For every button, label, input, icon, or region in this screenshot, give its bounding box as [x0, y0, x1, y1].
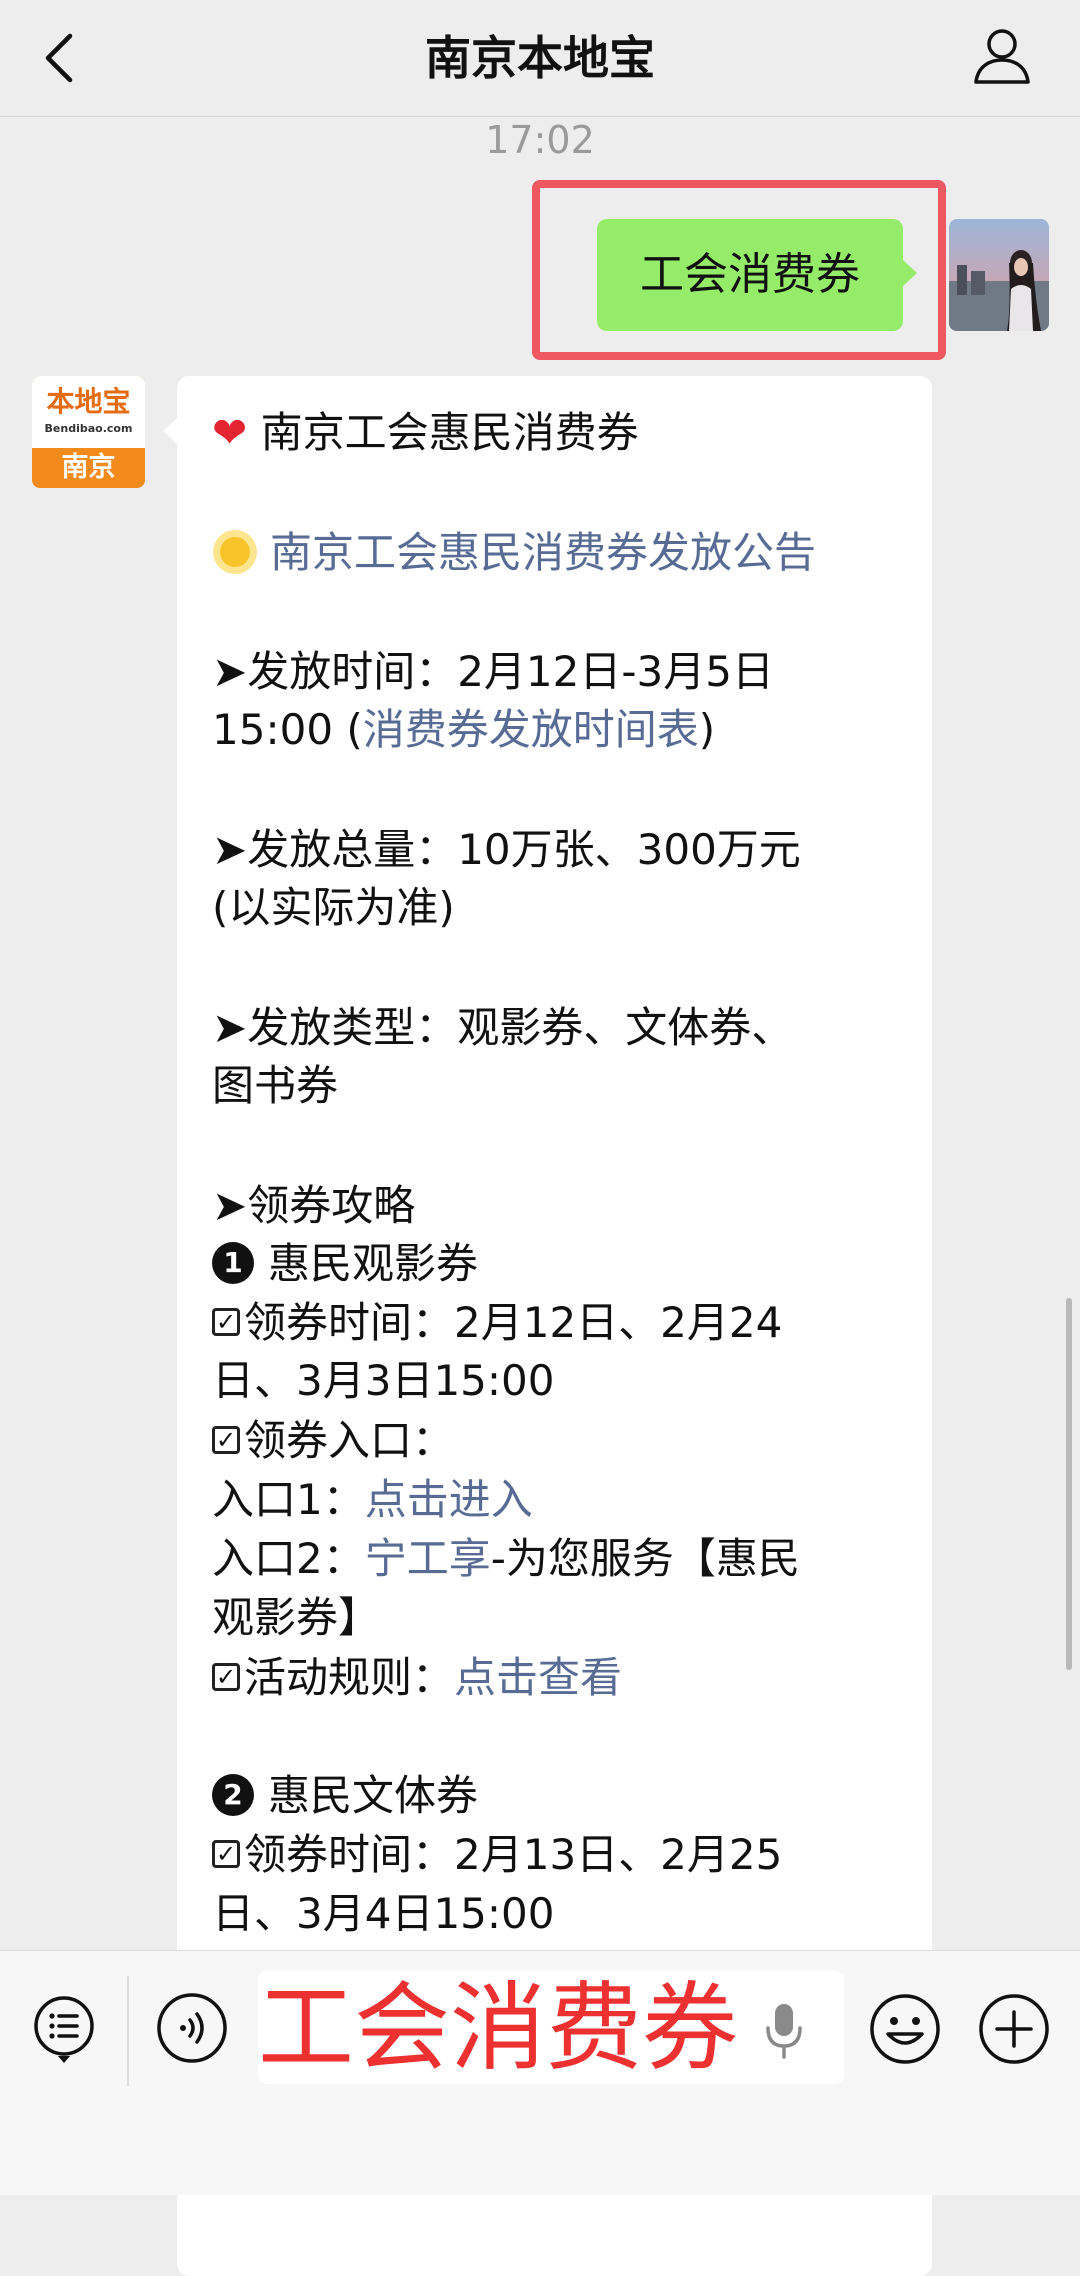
issue-type-cont: 图书券	[212, 1061, 339, 1110]
item2-time-line: ✓ 领券时间：2月13日、2月25	[212, 1826, 782, 1884]
user-avatar[interactable]	[949, 219, 1049, 331]
user-avatar-image	[949, 219, 1049, 331]
item1-time-line: ✓ 领券时间：2月12日、2月24	[212, 1294, 782, 1352]
item1-title-line: 1 惠民观影券	[212, 1235, 478, 1293]
message-input-text: 工会消费券	[258, 1972, 738, 2084]
heading-text: 南京工会惠民消费券	[260, 408, 639, 457]
schedule-link[interactable]: 消费券发放时间表	[363, 705, 699, 754]
issue-time-cont: 15:00 (消费券发放时间表)	[212, 701, 715, 759]
issue-time-value: 15:00 (	[212, 705, 363, 754]
toolbar-divider	[127, 1976, 129, 2086]
announcement-line: 南京工会惠民消费券发放公告	[212, 524, 816, 582]
received-bubble-tail	[163, 418, 177, 444]
rules-link[interactable]: 点击查看	[454, 1653, 622, 1702]
avatar-logo-text: 本地宝	[46, 385, 131, 418]
item1-entry2-cont: 观影券】	[212, 1593, 381, 1642]
checkbox-icon: ✓	[212, 1307, 240, 1336]
voice-button[interactable]	[156, 1992, 228, 2064]
account-avatar[interactable]: 本地宝 Bendibao.com 南京	[32, 376, 145, 488]
microphone-icon	[766, 2004, 802, 2059]
item2-title: 惠民文体券	[268, 1771, 479, 1820]
item2-title-line: 2 惠民文体券	[212, 1767, 478, 1825]
item1-entry1-line: 入口1：点击进入	[212, 1471, 533, 1529]
menu-list-icon	[34, 1996, 94, 2063]
item1-entry-line: ✓ 领券入口：	[212, 1412, 454, 1470]
guide-title: ➤领券攻略	[212, 1181, 416, 1230]
item1-time-cont: 日、3月3日15:00	[212, 1356, 555, 1405]
number-badge-icon: 2	[212, 1773, 254, 1816]
avatar-logo-domain: Bendibao.com	[44, 422, 133, 435]
message-timestamp: 17:02	[485, 118, 595, 162]
avatar-city-label: 南京	[61, 452, 116, 483]
checkbox-icon: ✓	[212, 1425, 240, 1454]
message-heading: ❤ 南京工会惠民消费券	[212, 404, 639, 462]
emoji-button[interactable]	[868, 1992, 942, 2066]
back-button[interactable]	[40, 30, 80, 86]
checkbox-icon: ✓	[212, 1662, 240, 1691]
highlight-frame	[532, 180, 946, 360]
profile-button[interactable]	[970, 24, 1034, 88]
entry1-link[interactable]: 点击进入	[365, 1475, 533, 1524]
back-chevron-icon	[45, 33, 73, 83]
heart-icon: ❤	[212, 408, 248, 457]
entry2-suffix: -为您服务【惠民	[490, 1534, 800, 1583]
item2-time: 领券时间：2月13日、2月25	[244, 1830, 783, 1879]
voice-icon	[157, 1993, 227, 2063]
item1-entry-label: 领券入口：	[244, 1416, 455, 1465]
item1-entry2-line: 入口2：宁工享-为您服务【惠民	[212, 1530, 800, 1588]
issue-time-suffix: )	[698, 705, 716, 754]
rules-label: 活动规则：	[244, 1653, 455, 1702]
item1-time: 领券时间：2月12日、2月24	[244, 1298, 783, 1347]
issue-time-line: ➤发放时间：2月12日-3月5日	[212, 647, 774, 696]
announcement-link[interactable]: 南京工会惠民消费券发放公告	[270, 528, 816, 577]
issue-total-cont: (以实际为准)	[212, 883, 455, 932]
plus-icon	[979, 1994, 1049, 2064]
issue-type-line: ➤发放类型：观影券、文体券、	[212, 1003, 794, 1052]
scrollbar[interactable]	[1066, 1298, 1072, 1670]
chat-title: 南京本地宝	[425, 31, 655, 85]
item1-title: 惠民观影券	[268, 1239, 479, 1288]
checkbox-icon: ✓	[212, 1839, 240, 1868]
emoji-icon	[870, 1994, 940, 2064]
voice-input-button[interactable]	[762, 2000, 806, 2062]
menu-button[interactable]	[30, 1994, 98, 2064]
item2-time-cont: 日、3月4日15:00	[212, 1889, 555, 1938]
issue-total-line: ➤发放总量：10万张、300万元	[212, 825, 801, 874]
entry2-link[interactable]: 宁工享	[365, 1534, 491, 1583]
item1-rules-line: ✓ 活动规则：点击查看	[212, 1649, 622, 1707]
number-badge-icon: 1	[212, 1241, 254, 1284]
profile-icon	[974, 29, 1030, 84]
more-button[interactable]	[977, 1992, 1051, 2066]
sun-icon	[220, 536, 250, 567]
entry2-prefix: 入口2：	[212, 1534, 365, 1583]
entry1-prefix: 入口1：	[212, 1475, 365, 1524]
